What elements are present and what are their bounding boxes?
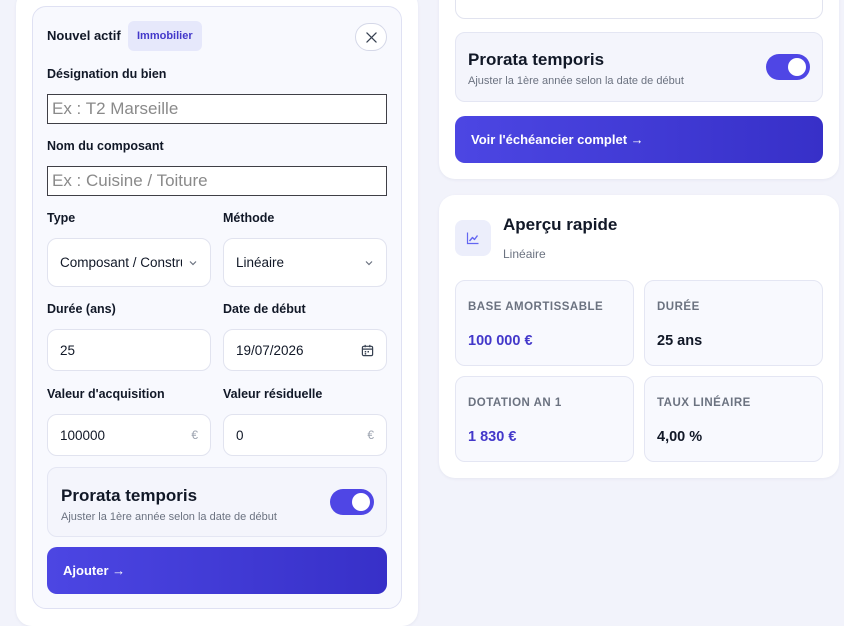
stat-label: TAUX LINÉAIRE [657, 397, 751, 409]
results-prorata-toggle[interactable] [766, 54, 810, 80]
chart-icon [466, 232, 479, 245]
calendar-icon[interactable] [361, 344, 374, 357]
method-field-partial[interactable] [455, 0, 823, 19]
start-date-value: 19/07/2026 [236, 342, 304, 358]
acquisition-input[interactable]: 100000 € [47, 414, 211, 456]
prorata-title: Prorata temporis [61, 486, 198, 505]
type-select-value: Composant / Construction [60, 255, 182, 270]
designation-label: Désignation du bien [47, 67, 167, 81]
preview-title: Aperçu rapide [503, 215, 618, 234]
prorata-subtitle: Ajuster la 1ère année selon la date de d… [61, 511, 277, 523]
preview-subtitle: Linéaire [503, 247, 546, 261]
view-schedule-button[interactable]: Voir l'échéancier complet → [455, 116, 823, 163]
stat-value: 25 ans [657, 333, 703, 349]
form-title: Nouvel actif [47, 28, 121, 43]
duration-label: Durée (ans) [47, 302, 116, 316]
acquisition-value: 100000 [60, 427, 106, 443]
add-button[interactable]: Ajouter → [47, 547, 387, 594]
category-badge: Immobilier [128, 21, 202, 51]
chevron-down-icon [189, 260, 197, 265]
duration-input[interactable]: 25 [47, 329, 211, 371]
stat-base: BASE AMORTISSABLE 100 000 € [455, 280, 634, 366]
stat-value: 100 000 € [468, 333, 533, 349]
prorata-section: Prorata temporis Ajuster la 1ère année s… [47, 467, 387, 537]
component-input[interactable] [47, 166, 387, 196]
residual-value: 0 [236, 427, 244, 443]
stat-label: BASE AMORTISSABLE [468, 301, 604, 313]
residual-input[interactable]: 0 € [223, 414, 387, 456]
method-select-value: Linéaire [236, 255, 285, 270]
stat-value: 4,00 % [657, 429, 703, 445]
prorata-title: Prorata temporis [468, 50, 605, 69]
stat-value: 1 830 € [468, 429, 517, 445]
prorata-toggle[interactable] [330, 489, 374, 515]
prorata-subtitle: Ajuster la 1ère année selon la date de d… [468, 75, 684, 87]
method-select[interactable]: Linéaire [223, 238, 387, 287]
method-label: Méthode [223, 211, 275, 225]
start-date-input[interactable]: 19/07/2026 [223, 329, 387, 371]
start-date-label: Date de début [223, 302, 306, 316]
type-select[interactable]: Composant / Construction [47, 238, 211, 287]
stat-label: DOTATION AN 1 [468, 397, 562, 409]
close-icon [365, 31, 377, 43]
currency-suffix: € [367, 428, 374, 442]
designation-input[interactable] [47, 94, 387, 124]
stat-dotation: DOTATION AN 1 1 830 € [455, 376, 634, 462]
residual-label: Valeur résiduelle [223, 387, 323, 401]
currency-suffix: € [191, 428, 198, 442]
stat-label: DURÉE [657, 301, 700, 313]
stat-rate: TAUX LINÉAIRE 4,00 % [644, 376, 823, 462]
type-label: Type [47, 211, 76, 225]
component-label: Nom du composant [47, 139, 164, 153]
duration-value: 25 [60, 342, 76, 358]
chevron-down-icon [365, 260, 373, 265]
acquisition-label: Valeur d'acquisition [47, 387, 165, 401]
chart-icon-box [455, 220, 491, 256]
results-prorata-section: Prorata temporis Ajuster la 1ère année s… [455, 32, 823, 102]
close-button[interactable] [355, 23, 387, 51]
stat-duration: DURÉE 25 ans [644, 280, 823, 366]
